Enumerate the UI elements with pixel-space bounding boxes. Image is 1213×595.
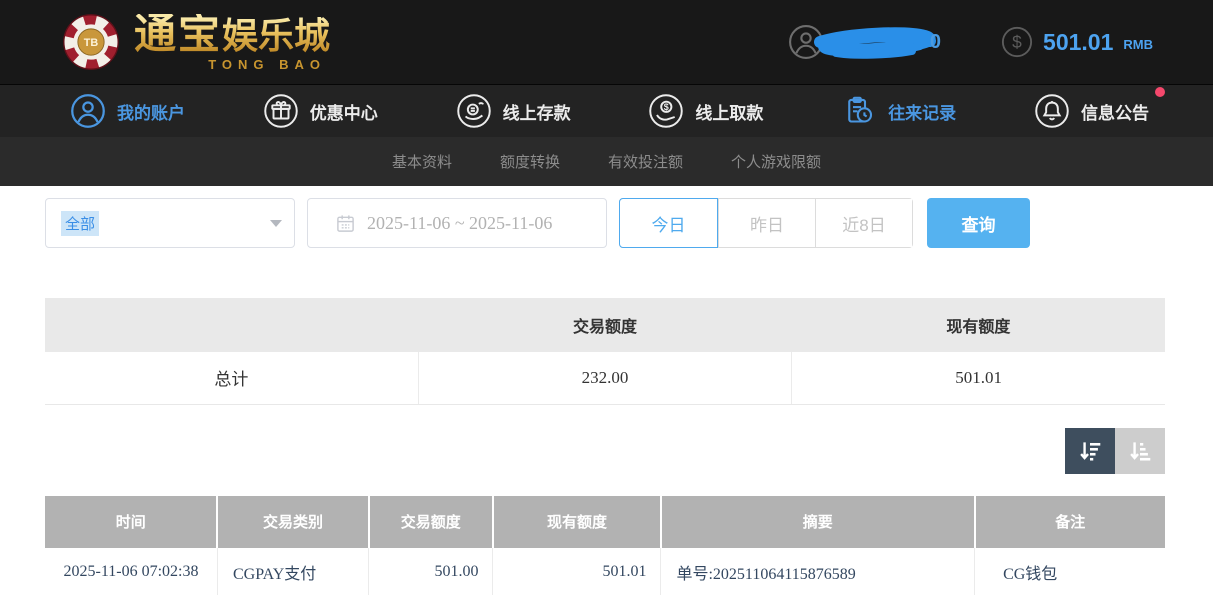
logo-english-name: TONG BAO <box>134 58 330 71</box>
nav-item-withdraw[interactable]: $ 线上取款 <box>648 93 763 129</box>
last-8-days-button[interactable]: 近8日 <box>815 199 912 247</box>
logo-chinese-name: 通宝娱乐城 <box>134 14 330 56</box>
nav-label: 优惠中心 <box>310 99 378 124</box>
type-select-value: 全部 <box>61 211 99 236</box>
cell-balance: 501.01 <box>493 548 661 595</box>
summary-header-empty <box>45 298 418 352</box>
nav-item-my-account[interactable]: 我的账户 <box>70 93 185 129</box>
cell-remark: CG钱包 <box>975 548 1165 595</box>
gift-icon <box>263 93 299 129</box>
search-button[interactable]: 查询 <box>927 198 1030 248</box>
nav-item-deposit[interactable]: 线上存款 <box>456 93 571 129</box>
summary-transaction-total: 232.00 <box>418 352 791 404</box>
table-row: 2025-11-06 07:02:38 CGPAY支付 501.00 501.0… <box>45 548 1165 595</box>
user-account[interactable]: 0 <box>788 24 941 60</box>
quick-range-group: 今日 昨日 近8日 <box>619 198 913 248</box>
username-visible-suffix: 0 <box>930 31 941 54</box>
account-icon <box>70 93 106 129</box>
nav-label: 信息公告 <box>1081 99 1149 124</box>
sort-controls <box>45 428 1165 474</box>
content: 全部 2025-11-06 ~ 2025-11-06 今日 昨日 近8日 查询 <box>0 186 1213 595</box>
col-header-type: 交易类别 <box>217 496 368 548</box>
top-header: TB 通宝娱乐城 TONG BAO 0 $ <box>0 0 1213 84</box>
today-button[interactable]: 今日 <box>619 198 718 248</box>
summary-total-row: 总计 232.00 501.01 <box>45 352 1165 404</box>
redaction-scribble <box>812 25 940 59</box>
cell-type: CGPAY支付 <box>217 548 368 595</box>
balance[interactable]: $ 501.01 RMB <box>1001 26 1153 58</box>
records-table: 时间 交易类别 交易额度 现有额度 摘要 备注 2025-11-06 07:02… <box>45 496 1165 595</box>
col-header-remark: 备注 <box>975 496 1165 548</box>
sort-ascending-icon <box>1127 438 1153 464</box>
nav-item-records[interactable]: 往来记录 <box>841 93 956 129</box>
balance-amount: 501.01 <box>1043 29 1113 56</box>
nav-item-announcements[interactable]: 信息公告 <box>1034 93 1149 129</box>
logo-text: 通宝娱乐城 TONG BAO <box>134 14 330 71</box>
cell-time: 2025-11-06 07:02:38 <box>45 548 217 595</box>
svg-text:$: $ <box>1012 32 1022 52</box>
poker-chip-icon: TB <box>62 13 120 71</box>
records-header-row: 时间 交易类别 交易额度 现有额度 摘要 备注 <box>45 496 1165 548</box>
summary-header-row: 交易额度 现有额度 <box>45 298 1165 352</box>
type-select[interactable]: 全部 <box>45 198 295 248</box>
nav-label: 线上取款 <box>695 99 763 124</box>
main-nav: 我的账户 优惠中心 线上存款 $ 线上取款 <box>0 84 1213 137</box>
summary-current-total: 501.01 <box>792 352 1165 404</box>
subnav-valid-bets[interactable]: 有效投注额 <box>608 151 683 172</box>
deposit-icon <box>456 93 492 129</box>
site-logo[interactable]: TB 通宝娱乐城 TONG BAO <box>62 13 330 71</box>
chevron-down-icon <box>270 220 282 227</box>
col-header-balance: 现有额度 <box>493 496 661 548</box>
col-header-amount: 交易额度 <box>369 496 493 548</box>
nav-label: 我的账户 <box>117 99 185 124</box>
records-icon <box>841 93 877 129</box>
sort-ascending-button[interactable] <box>1115 428 1165 474</box>
summary-total-label: 总计 <box>45 352 418 404</box>
summary-table: 交易额度 现有额度 总计 232.00 501.01 <box>45 298 1165 405</box>
notification-dot <box>1155 87 1165 97</box>
cell-amount: 501.00 <box>369 548 493 595</box>
filter-row: 全部 2025-11-06 ~ 2025-11-06 今日 昨日 近8日 查询 <box>45 198 1165 248</box>
subnav-game-limits[interactable]: 个人游戏限额 <box>731 151 821 172</box>
summary-header-current: 现有额度 <box>792 298 1165 352</box>
nav-item-promotions[interactable]: 优惠中心 <box>263 93 378 129</box>
subnav-basic-info[interactable]: 基本资料 <box>392 151 452 172</box>
sub-nav: 基本资料 额度转换 有效投注额 个人游戏限额 <box>0 137 1213 186</box>
bell-icon <box>1034 93 1070 129</box>
sort-descending-button[interactable] <box>1065 428 1115 474</box>
col-header-summary: 摘要 <box>661 496 975 548</box>
redacted-username: 0 <box>812 25 941 59</box>
header-right: 0 $ 501.01 RMB <box>788 24 1153 60</box>
balance-currency: RMB <box>1123 37 1153 52</box>
cell-summary: 单号:202511064115876589 <box>661 548 975 595</box>
yesterday-button[interactable]: 昨日 <box>718 199 815 247</box>
withdraw-icon: $ <box>648 93 684 129</box>
subnav-quota-transfer[interactable]: 额度转换 <box>500 151 560 172</box>
nav-label: 往来记录 <box>888 99 956 124</box>
calendar-icon <box>336 214 355 233</box>
sort-descending-icon <box>1077 438 1103 464</box>
summary-header-transaction: 交易额度 <box>418 298 791 352</box>
nav-label: 线上存款 <box>503 99 571 124</box>
col-header-time: 时间 <box>45 496 217 548</box>
dollar-circle-icon: $ <box>1001 26 1033 58</box>
date-range-value: 2025-11-06 ~ 2025-11-06 <box>367 213 552 234</box>
svg-text:$: $ <box>664 102 669 112</box>
svg-text:TB: TB <box>84 37 99 49</box>
date-range-input[interactable]: 2025-11-06 ~ 2025-11-06 <box>307 198 607 248</box>
